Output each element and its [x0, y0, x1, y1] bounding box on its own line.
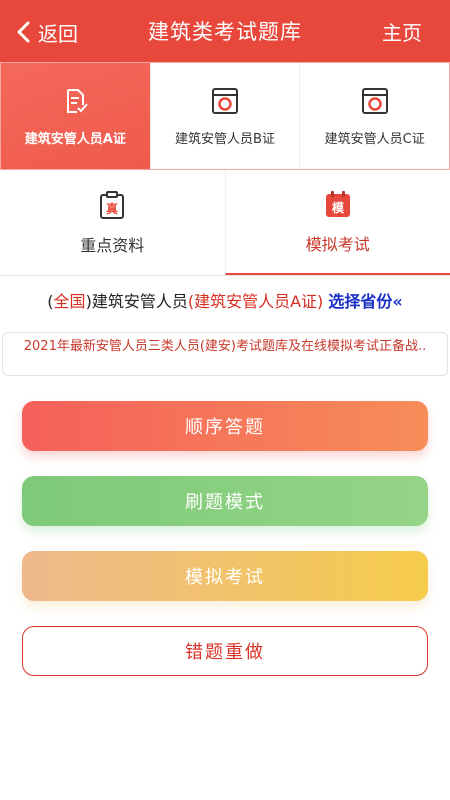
home-button[interactable]: 主页: [382, 17, 422, 46]
tab-mock-exam[interactable]: 模 模拟考试: [224, 170, 450, 275]
calendar-icon: 模: [325, 190, 350, 217]
exam-paper-icon: [361, 87, 388, 114]
mock-exam-button[interactable]: 模拟考试: [22, 551, 428, 601]
section-tab-bar: 真 重点资料 模 模拟考试: [0, 170, 450, 276]
cert-tab-b[interactable]: 建筑安管人员B证: [150, 63, 301, 169]
calendar-icon-char: 模: [332, 200, 345, 215]
cert-label: (建筑安管人员A证): [187, 292, 324, 311]
cert-tab-c-label: 建筑安管人员C证: [324, 131, 425, 147]
cert-tab-a[interactable]: 建筑安管人员A证: [1, 63, 151, 169]
region-label: 全国: [53, 292, 86, 311]
cert-tab-c[interactable]: 建筑安管人员C证: [300, 63, 450, 169]
sequential-answer-button[interactable]: 顺序答题: [22, 401, 428, 451]
tab-mock-exam-label: 模拟考试: [305, 234, 370, 254]
drill-mode-button[interactable]: 刷题模式: [22, 476, 428, 526]
province-selector: (全国)建筑安管人员(建筑安管人员A证) 选择省份«: [0, 288, 450, 322]
cert-tab-bar: 建筑安管人员A证 建筑安管人员B证 建筑安管人员C证: [0, 62, 450, 170]
clipboard-icon: 真: [100, 190, 125, 219]
cert-tab-b-label: 建筑安管人员B证: [175, 131, 275, 147]
document-check-icon: [67, 88, 89, 113]
cert-tab-a-label: 建筑安管人员A证: [24, 131, 126, 147]
clipboard-icon-char: 真: [106, 201, 118, 216]
choose-province-link[interactable]: 选择省份«: [328, 292, 402, 311]
notice-banner: 2021年最新安管人员三类人员(建安)考试题库及在线模拟考试正备战..: [2, 332, 448, 376]
exam-paper-icon: [212, 87, 238, 114]
app-header: 返回 建筑类考试题库 主页: [0, 0, 450, 62]
redo-wrong-button[interactable]: 错题重做: [22, 626, 428, 676]
tab-key-materials[interactable]: 真 重点资料: [0, 170, 225, 275]
tab-key-materials-label: 重点资料: [80, 235, 145, 255]
category-label: 建筑安管人员: [91, 292, 188, 311]
